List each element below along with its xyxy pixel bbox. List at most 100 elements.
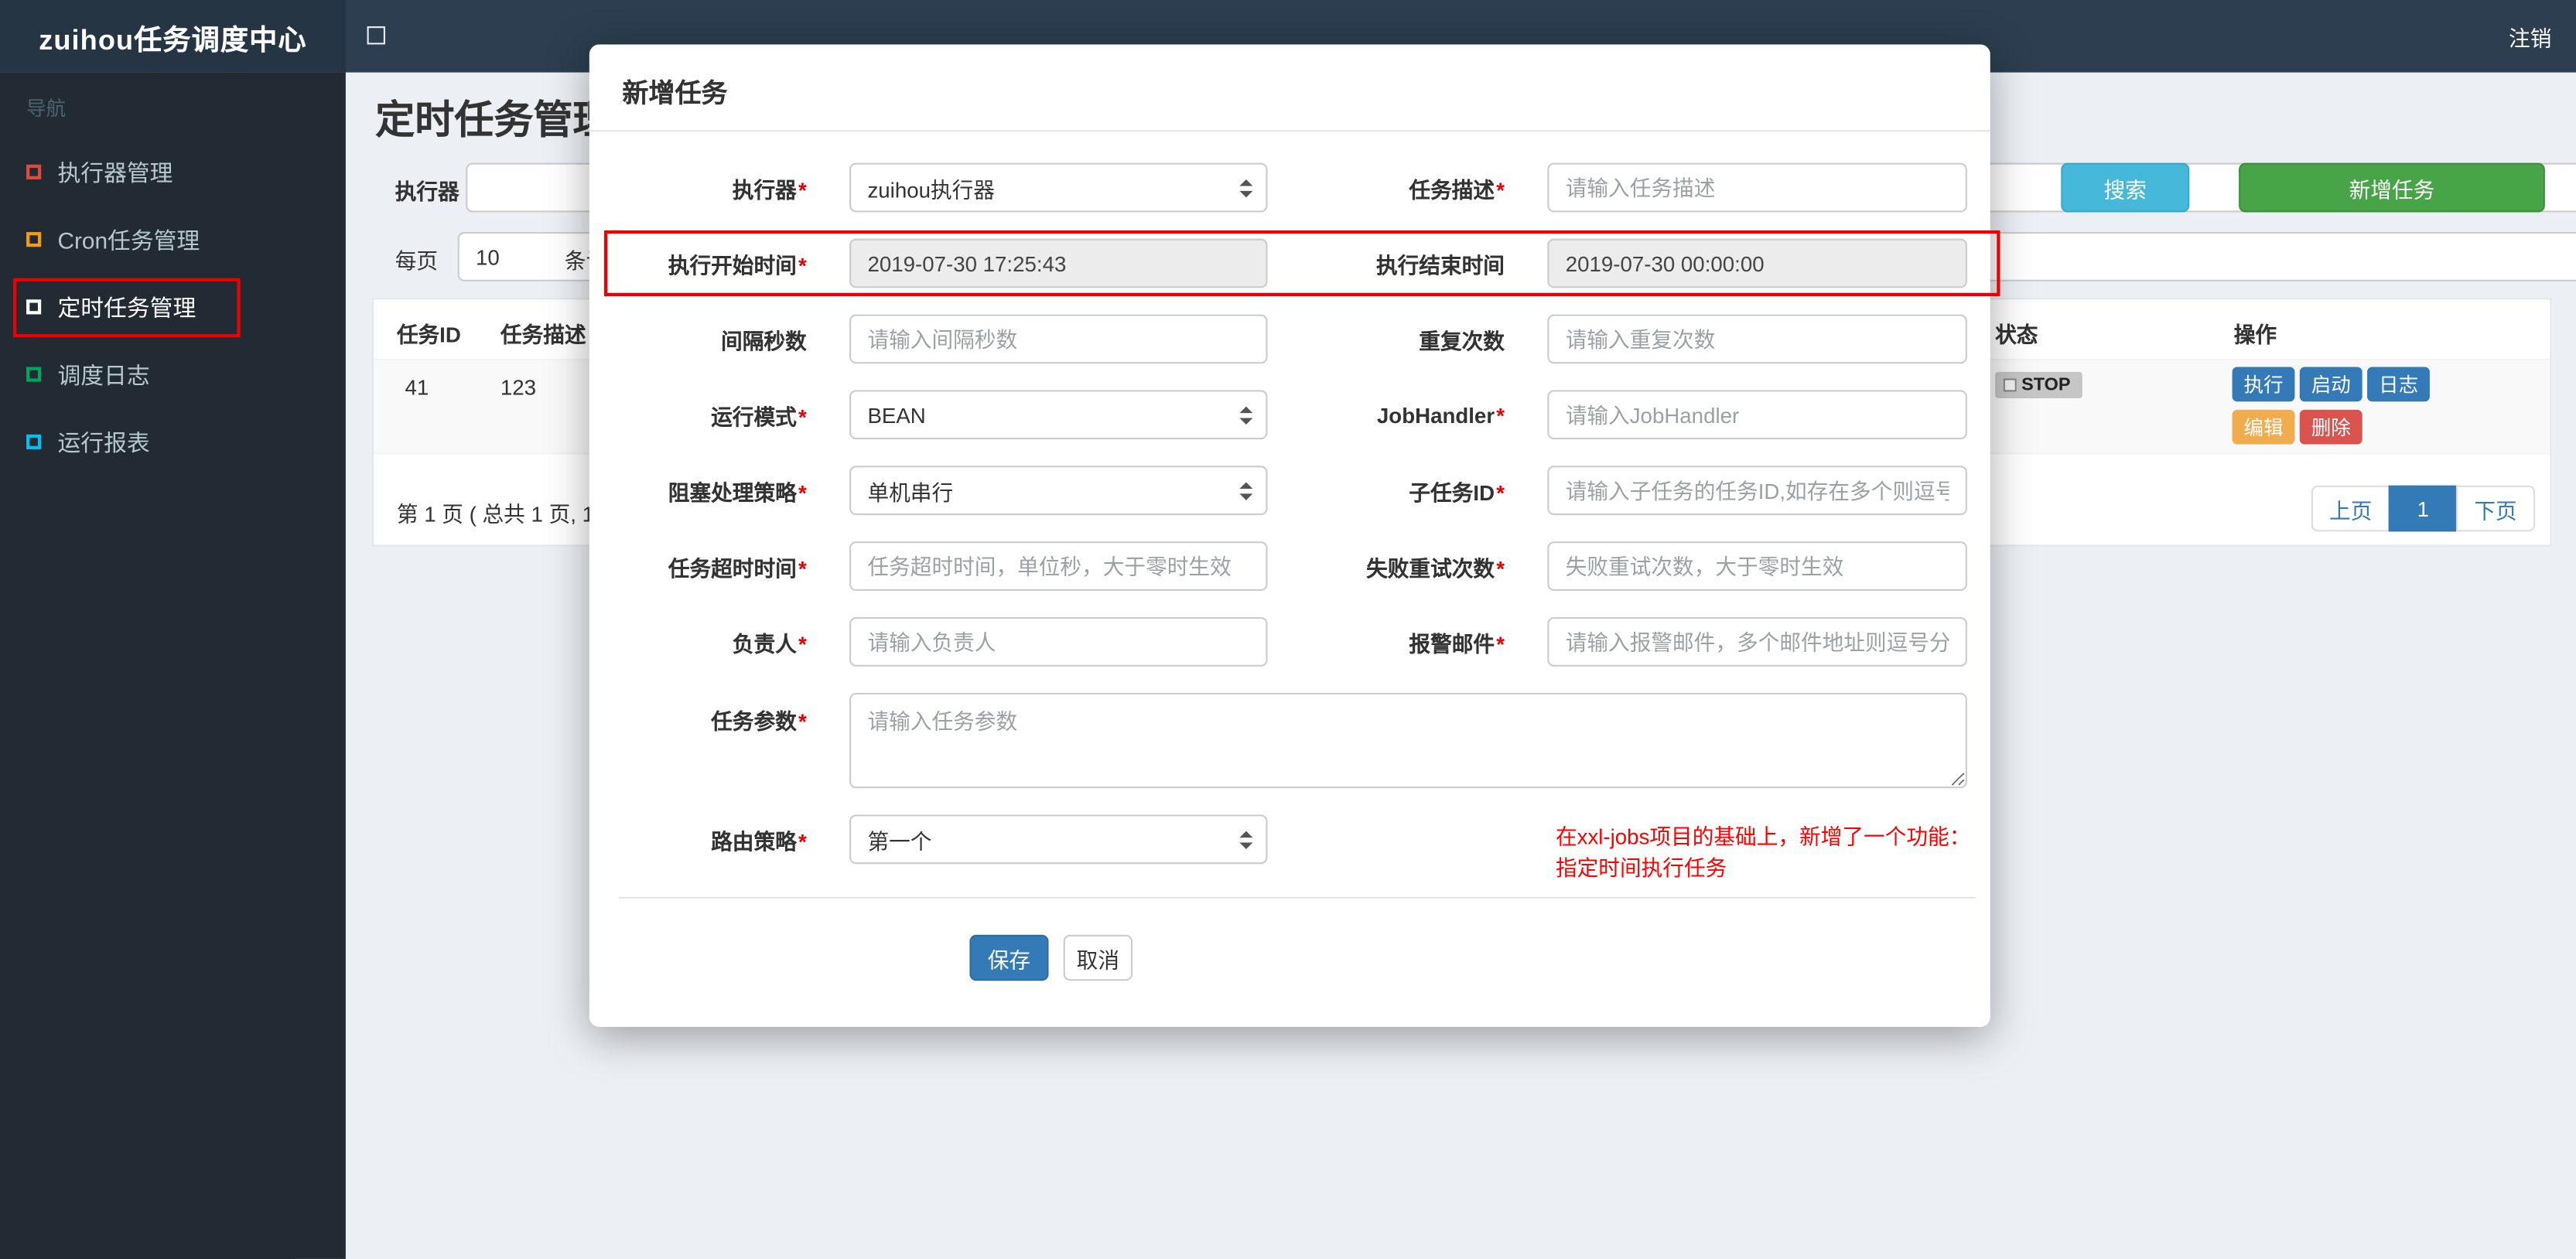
execute-button[interactable]: 执行 [2232,367,2295,402]
col-header-task-desc: 任务描述 [500,322,586,348]
interval-label: 间隔秒数 [721,328,807,353]
form-row-executor: 执行器 * zuihou执行器 任务描述 * [589,162,1990,213]
feature-note-line2: 指定时间执行任务 [1555,855,1727,881]
select-arrows-icon [1239,481,1253,500]
sidebar-item-label: Cron任务管理 [57,226,200,253]
screen: zuihou任务调度中心 注销 导航 执行器管理 Cron任务管理 定时任务管理… [0,0,2576,1259]
task-params-label: 任务参数 * [711,709,807,735]
task-desc-label: 任务描述 * [1409,176,1505,202]
required-marker: * [798,555,807,581]
executor-label: 执行器 * [732,176,807,202]
modal-form: 执行器* zuihou执行器 任务描述* 执行开始时间* 执行结束时间 间 [589,131,2000,981]
sidebar-item-executor-manage[interactable]: 执行器管理 [0,138,346,206]
square-icon [2003,378,2017,392]
square-icon [26,232,42,247]
repeat-count-input[interactable] [1547,314,1967,364]
feature-note-line1: 在xxl-jobs项目的基础上，新增了一个功能： [1555,824,1971,850]
alarm-email-input[interactable] [1547,617,1967,667]
row-actions: 执行 启动 日志 编辑 删除 [2232,367,2513,453]
form-row-interval-repeat: 间隔秒数 重复次数 [589,314,1990,364]
square-icon [26,299,42,315]
per-page-prefix: 每页 [395,248,439,274]
block-strategy-select[interactable]: 单机串行 [849,466,1268,516]
start-time-input[interactable] [849,238,1268,288]
required-marker: * [798,828,807,854]
owner-label: 负责人 * [732,631,807,657]
sidebar-item-label: 运行报表 [57,428,150,455]
form-row-runmode-handler: 运行模式 * BEAN JobHandler * [589,390,1990,440]
search-button[interactable]: 搜索 [2061,162,2190,213]
cell-task-id: 41 [405,375,429,401]
per-page-value: 10 [475,244,500,269]
required-marker: * [798,252,807,278]
end-time-label: 执行结束时间 [1375,252,1505,278]
sidebar-item-timed-task-manage[interactable]: 定时任务管理 [0,273,346,340]
logout-link[interactable]: 注销 [2509,0,2551,73]
form-row-task-params: 任务参数 * [589,692,1990,789]
select-arrows-icon [1239,405,1253,424]
select-arrows-icon [1239,830,1253,848]
modal-buttons: 保存 取消 [969,934,1990,981]
square-icon [26,367,42,382]
retry-count-input[interactable] [1547,541,1967,591]
alarm-email-label: 报警邮件 * [1409,631,1505,657]
sidebar-section-label: 导航 [26,97,67,121]
task-params-textarea[interactable] [849,692,1967,789]
next-page-button[interactable]: 下页 [2455,485,2536,532]
executor-select[interactable]: zuihou执行器 [849,162,1268,213]
required-marker: * [798,176,807,202]
edit-button[interactable]: 编辑 [2232,409,2295,445]
sidebar-item-label: 调度日志 [57,361,150,388]
status-badge: STOP [1995,371,2082,398]
required-marker: * [1496,555,1505,581]
page-1-button[interactable]: 1 [2388,485,2458,532]
pagination: 上页 1 下页 [2311,485,2536,532]
prev-page-button[interactable]: 上页 [2311,485,2390,532]
run-mode-label: 运行模式 * [711,404,807,429]
sidebar-toggle-icon[interactable] [367,26,385,45]
sidebar-item-label: 执行器管理 [57,159,173,186]
required-marker: * [1496,176,1505,202]
executor-filter-label: 执行器 [395,179,460,204]
required-marker: * [798,404,807,429]
form-row-exec-time: 执行开始时间* 执行结束时间 [589,230,2000,297]
square-icon [26,164,42,179]
start-time-label: 执行开始时间 * [668,252,807,278]
required-marker: * [1496,631,1505,657]
start-button[interactable]: 启动 [2299,367,2362,402]
col-header-status: 状态 [1995,322,2038,348]
timeout-input[interactable] [849,541,1268,591]
brand-logo[interactable]: zuihou任务调度中心 [0,0,346,73]
end-time-input[interactable] [1547,238,1967,288]
jobhandler-input[interactable] [1547,390,1967,440]
required-marker: * [1496,402,1505,428]
log-button[interactable]: 日志 [2367,367,2431,402]
run-mode-select[interactable]: BEAN [849,390,1268,440]
add-task-button[interactable]: 新增任务 [2239,162,2545,213]
interval-input[interactable] [849,314,1268,364]
sidebar-item-label: 定时任务管理 [57,293,196,320]
feature-note: 在xxl-jobs项目的基础上，新增了一个功能： 指定时间执行任务 [1556,821,1983,884]
col-header-actions: 操作 [2233,322,2277,348]
owner-input[interactable] [849,617,1268,667]
route-strategy-select[interactable]: 第一个 [849,814,1268,865]
modal-title: 新增任务 [589,44,1990,132]
required-marker: * [798,631,807,657]
task-desc-input[interactable] [1547,162,1967,213]
sidebar-item-schedule-log[interactable]: 调度日志 [0,340,346,408]
sidebar-item-cron-task-manage[interactable]: Cron任务管理 [0,206,346,273]
timeout-label: 任务超时时间 * [668,555,807,581]
col-header-task-id: 任务ID [396,322,461,348]
sidebar-item-run-report[interactable]: 运行报表 [0,408,346,476]
save-button[interactable]: 保存 [969,934,1049,981]
page-title: 定时任务管理 [375,98,613,144]
delete-button[interactable]: 删除 [2299,409,2362,445]
cancel-button[interactable]: 取消 [1063,934,1133,981]
form-row-owner-email: 负责人* 报警邮件* [589,617,1990,667]
child-task-input[interactable] [1547,466,1967,516]
select-arrows-icon [1239,178,1253,197]
retry-count-label: 失败重试次数 * [1366,555,1505,581]
form-row-timeout-retry: 任务超时时间* 失败重试次数* [589,541,1990,591]
add-task-modal: 新增任务 执行器* zuihou执行器 任务描述* 执行开始时间* 执行结束时间 [589,44,2000,1027]
sidebar: 导航 执行器管理 Cron任务管理 定时任务管理 调度日志 运行报表 [0,72,346,1259]
